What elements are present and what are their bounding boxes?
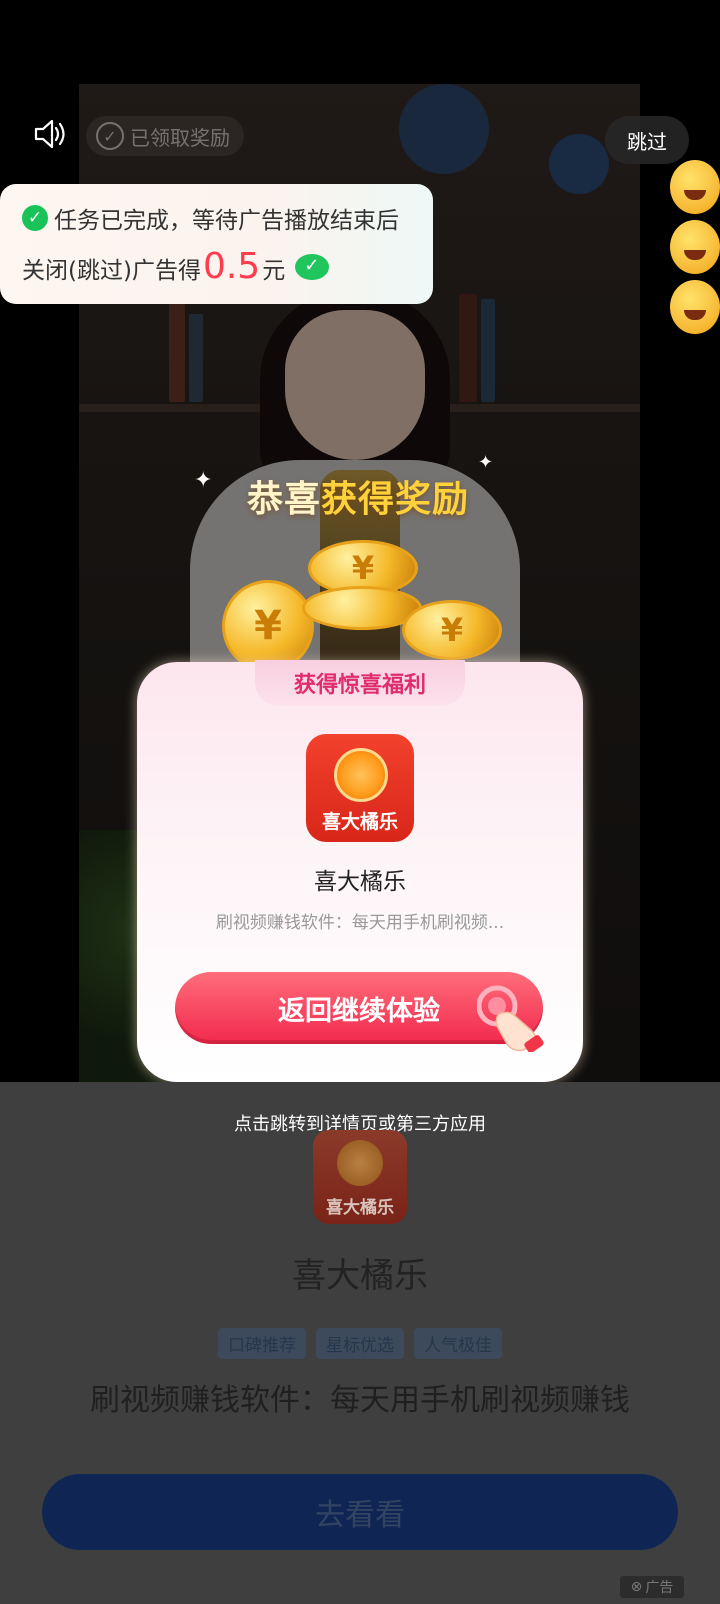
ad-label: 广告 [645,1580,674,1596]
orange-icon [334,748,388,802]
app-icon[interactable]: 喜大橘乐 [313,1130,407,1224]
orange-icon [337,1140,383,1186]
app-icon-label: 喜大橘乐 [326,1198,394,1218]
tag: 口碑推荐 [218,1328,306,1359]
reward-received-label: 已领取奖励 [130,125,230,150]
reward-title: 恭喜获得奖励 [198,470,518,522]
card-tab-label: 获得惊喜福利 [255,660,465,706]
volume-icon[interactable] [32,116,68,152]
emoji-icon [670,280,720,334]
go-see-button[interactable]: 去看看 [42,1474,678,1550]
tag: 星标优选 [316,1328,404,1359]
check-circle-icon: ✓ [22,205,48,231]
wechat-pay-icon [295,254,330,280]
reward-received-badge: ✓ 已领取奖励 [86,116,244,156]
emoji-icon [670,220,720,274]
reward-title-highlight: 获得奖励 [321,479,470,520]
app-tags: 口碑推荐 星标优选 人气极佳 [0,1328,720,1359]
ad-badge: ⊗ 广告 [620,1576,684,1598]
coin-icon: ¥ [222,580,314,672]
emoji-column [670,160,720,340]
app-description: 刷视频赚钱软件：每天用手机刷视频赚钱 [90,1383,630,1418]
task-message: 任务已完成，等待广告播放结束后 [54,208,399,234]
check-circle-icon: ✓ [96,122,124,150]
reward-modal[interactable]: 获得惊喜福利 喜大橘乐 喜大橘乐 刷视频赚钱软件：每天用手机刷视频... 返回继… [137,660,583,1082]
app-name: 喜大橘乐 [292,1256,428,1296]
coin-icon: ¥ [402,600,502,660]
reward-amount: 0.5 [202,246,261,287]
ad-icon: ⊗ [630,1579,643,1595]
app-name: 喜大橘乐 [314,869,406,895]
task-message-prefix: 关闭(跳过)广告得 [22,258,201,284]
pointing-hand-icon [476,980,549,1053]
tag: 人气极佳 [414,1328,502,1359]
emoji-icon [670,160,720,214]
app-description: 刷视频赚钱软件：每天用手机刷视频... [215,913,505,933]
app-icon-label: 喜大橘乐 [321,811,398,833]
task-complete-toast: ✓ 任务已完成，等待广告播放结束后 关闭(跳过)广告得 0.5 元 [0,184,433,304]
reward-title-prefix: 恭喜 [246,479,321,520]
skip-button[interactable]: 跳过 [605,116,689,164]
app-icon[interactable]: 喜大橘乐 [306,734,414,842]
coin-stack: ¥ ¥ ¥ [222,540,512,672]
reward-unit: 元 [262,258,286,284]
